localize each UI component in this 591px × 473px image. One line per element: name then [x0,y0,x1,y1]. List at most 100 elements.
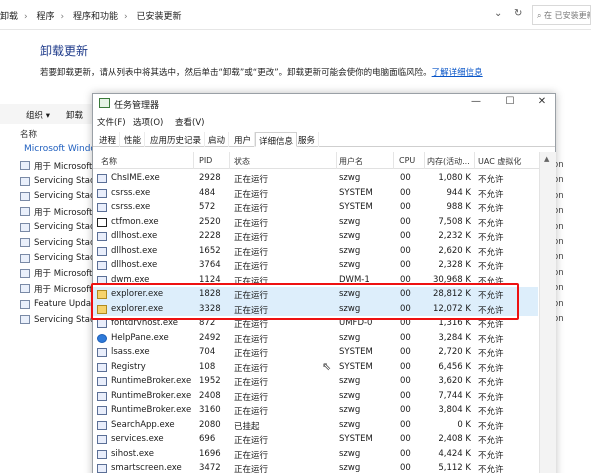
column-headers: 名称 PID 状态 用户名 CPU 内存(活动... UAC 虚拟化 [93,152,555,169]
process-row[interactable]: fontdrvhost.exe 872 正在运行 UMFD-0 00 1,316 K 不允许 [93,316,538,331]
breadcrumb-item[interactable]: 程序和功能 [73,12,118,22]
column-uac[interactable]: UAC 虚拟化 [478,156,521,167]
cell-status: 正在运行 [234,175,269,185]
process-row[interactable]: csrss.exe 484 正在运行 SYSTEM 00 944 K 不允许 [93,186,538,201]
list-item[interactable]: 用于 Microsoft [20,204,100,219]
refresh-icon[interactable]: ↻ [514,8,522,19]
column-pid[interactable]: PID [199,156,212,165]
cell-cpu: 00 [400,231,411,241]
list-item[interactable]: 用于 Microsoft [20,281,100,296]
tab-details[interactable]: 详细信息 [255,132,298,147]
learn-more-link[interactable]: 了解详细信息 [432,68,483,78]
cell-mem: 7,508 K [438,216,471,227]
close-button[interactable]: ✕ [535,96,549,107]
list-item[interactable]: Feature Updat [20,297,100,312]
column-username[interactable]: 用户名 [339,156,363,167]
scrollbar[interactable]: ▲ [539,152,556,473]
breadcrumb-item[interactable]: 程序 [37,12,55,22]
process-row[interactable]: RuntimeBroker.exe 2408 正在运行 szwg 00 7,744 K 不允… [93,389,538,404]
tab-app-history[interactable]: 应用历史记录 [147,132,206,147]
process-icon [97,319,107,328]
chevron-down-icon[interactable]: ⌄ [494,8,502,19]
column-memory[interactable]: 内存(活动... [427,156,470,167]
process-row[interactable]: RuntimeBroker.exe 3160 正在运行 szwg 00 3,804 K 不允… [93,403,538,418]
breadcrumb-item[interactable]: 卸载 [0,12,18,22]
uninstall-button[interactable]: 卸载 [66,109,83,121]
cell-mem: 5,112 K [438,463,471,473]
cell-name: SearchApp.exe [111,419,175,430]
list-item[interactable]: Servicing Stack [20,250,100,265]
cell-mem: 7,744 K [438,390,471,401]
process-row[interactable]: dllhost.exe 3764 正在运行 szwg 00 2,328 K 不允许 [93,258,538,273]
organize-button[interactable]: 组织 ▾ [26,109,50,121]
cell-uac: 不允许 [478,407,504,417]
list-item[interactable]: Servicing Stack [20,189,100,204]
process-row[interactable]: RuntimeBroker.exe 1952 正在运行 szwg 00 3,620 K 不允… [93,374,538,389]
process-row[interactable]: HelpPane.exe 2492 正在运行 szwg 00 3,284 K 不允许 [93,331,538,346]
maximize-button[interactable]: ☐ [503,96,517,107]
cell-uac: 不允许 [478,363,504,374]
menu-options[interactable]: 选项(O) [133,116,163,128]
process-row[interactable]: explorer.exe 1828 正在运行 szwg 00 28,812 K 不允许 [93,287,538,302]
column-name[interactable]: 名称 [101,156,117,167]
update-icon [20,315,30,325]
process-row[interactable]: csrss.exe 572 正在运行 SYSTEM 00 988 K 不允许 [93,200,538,215]
tab-processes[interactable]: 进程 [96,132,121,147]
process-row[interactable]: services.exe 696 正在运行 SYSTEM 00 2,408 K 不允许 [93,432,538,447]
search-placeholder: 在 已安装更新 [544,11,591,20]
cell-pid: 3472 [199,463,221,473]
description-text: 若要卸载更新，请从列表中将其选中，然后单击“卸载”或“更改”。卸载更新可能会使你… [40,68,432,78]
scroll-up-icon[interactable]: ▲ [544,155,549,163]
process-row[interactable]: ChsIME.exe 2928 正在运行 szwg 00 1,080 K 不允许 [93,171,538,186]
menu-file[interactable]: 文件(F) [97,116,126,128]
tab-users[interactable]: 用户 [231,132,256,147]
list-item[interactable]: Servicing Stac [20,312,100,327]
cell-uac: 不允许 [478,305,504,316]
process-icon [97,464,107,473]
cell-uac: 不允许 [478,436,504,446]
cell-name: ChsIME.exe [111,173,160,183]
process-icon [97,420,107,430]
tab-services[interactable]: 服务 [295,132,320,147]
list-item[interactable]: 用于 Microsoft [20,266,100,281]
tab-performance[interactable]: 性能 [121,132,146,147]
folder-icon [97,304,107,314]
process-icon [97,188,107,198]
cell-pid: 872 [199,318,216,328]
process-row[interactable]: SearchApp.exe 2080 已挂起 szwg 00 0 K 不允许 [93,418,538,433]
list-item[interactable]: 用于 Microsoft [20,158,100,173]
process-row[interactable]: Registry 108 正在运行 SYSTEM 00 6,456 K 不允许 [93,360,538,375]
column-header-name[interactable]: 名称 [20,128,37,140]
cell-user: szwg [339,260,361,270]
cell-mem: 2,620 K [438,245,471,256]
column-status[interactable]: 状态 [234,156,250,167]
cell-user: UMFD-0 [339,318,373,328]
cell-user: SYSTEM [339,187,373,198]
cell-pid: 3328 [199,303,221,314]
list-item[interactable]: Servicing Stack [20,235,100,250]
column-cpu[interactable]: CPU [399,156,415,165]
title-bar[interactable]: 任务管理器 — ☐ ✕ [93,94,555,113]
list-item[interactable]: Servicing Stack [20,173,100,188]
process-row[interactable]: lsass.exe 704 正在运行 SYSTEM 00 2,720 K 不允许 [93,345,538,360]
breadcrumb-item[interactable]: 已安装更新 [137,12,182,22]
process-row[interactable]: dllhost.exe 2228 正在运行 szwg 00 2,232 K 不允许 [93,229,538,244]
process-row[interactable]: dllhost.exe 1652 正在运行 szwg 00 2,620 K 不允许 [93,244,538,259]
cell-pid: 2408 [199,390,221,401]
list-item[interactable]: Servicing Stack [20,220,100,235]
help-icon [97,333,107,343]
cell-mem: 2,408 K [438,434,471,444]
cell-pid: 1652 [199,245,221,256]
process-row[interactable]: dwm.exe 1124 正在运行 DWM-1 00 30,968 K 不允许 [93,273,538,288]
cell-status: 正在运行 [234,247,269,258]
tab-startup[interactable]: 启动 [205,132,230,147]
menu-view[interactable]: 查看(V) [175,116,204,128]
process-row[interactable]: ctfmon.exe 2520 正在运行 szwg 00 7,508 K 不允许 [93,215,538,230]
search-input[interactable]: ⌕ 在 已安装更新 [532,5,591,25]
cell-mem: 2,720 K [438,347,471,357]
process-row[interactable]: explorer.exe 3328 正在运行 szwg 00 12,072 K 不允许 [93,301,538,316]
process-row[interactable]: sihost.exe 1696 正在运行 szwg 00 4,424 K 不允许 [93,447,538,462]
process-row[interactable]: smartscreen.exe 3472 正在运行 szwg 00 5,112 K 不允许 [93,461,538,473]
cell-user: szwg [339,245,361,256]
minimize-button[interactable]: — [469,96,483,107]
